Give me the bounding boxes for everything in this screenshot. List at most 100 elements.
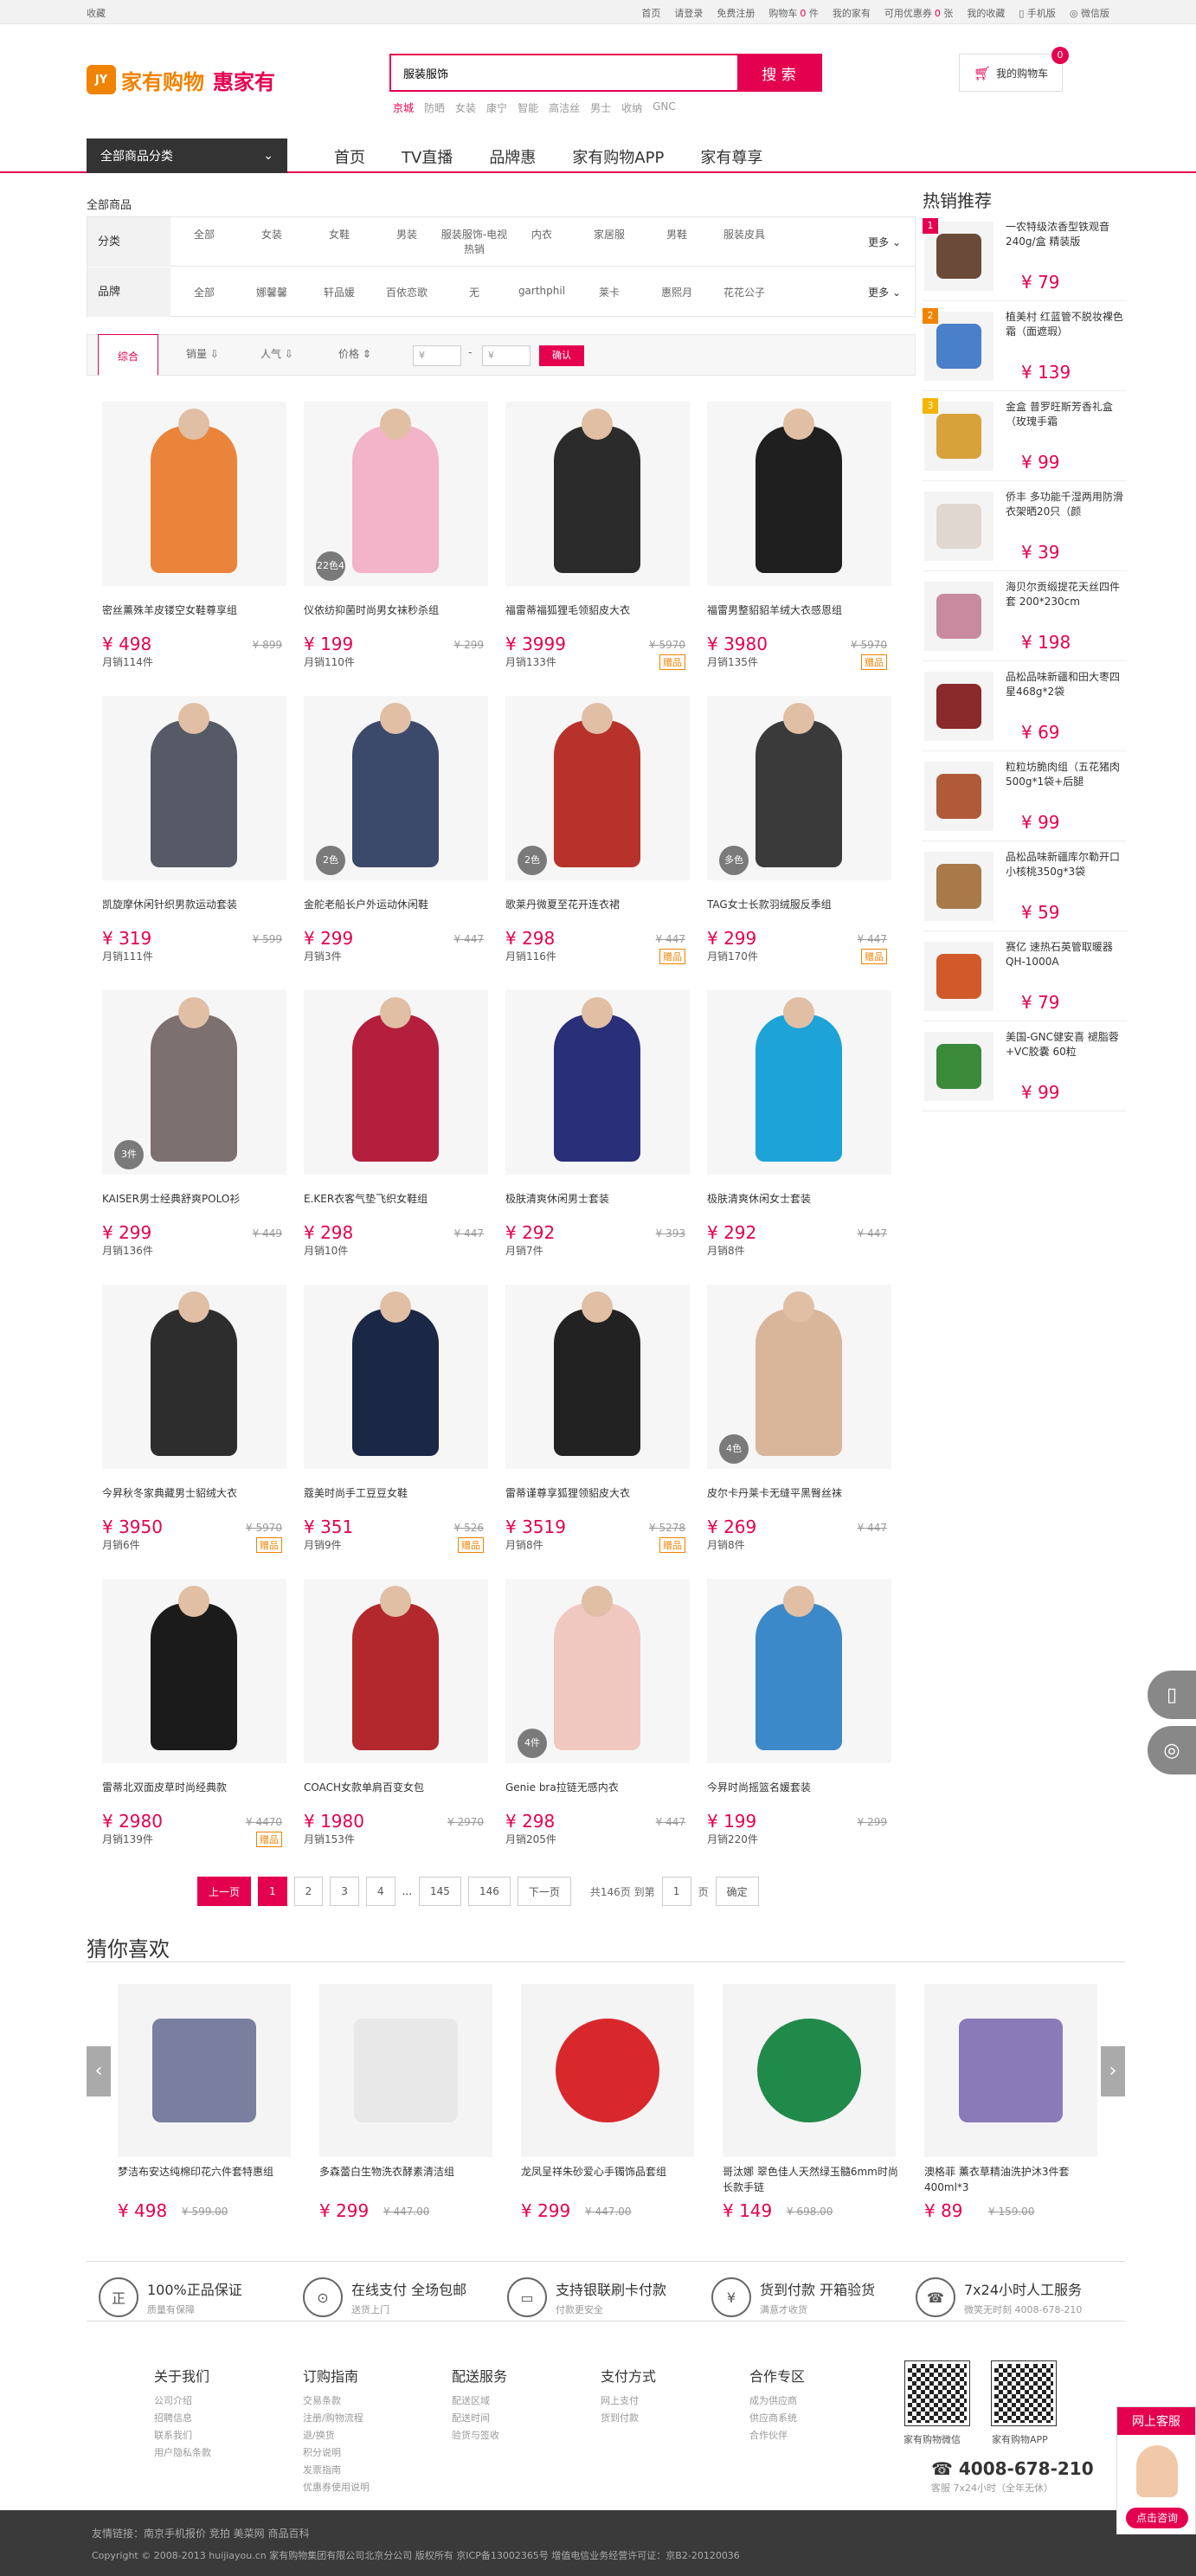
product-image[interactable]: 22色4色 — [304, 402, 488, 586]
next-page-button[interactable]: 下一页 — [517, 1877, 571, 1906]
footer-link[interactable]: 公司介绍 — [154, 2392, 211, 2410]
guess-title-text[interactable]: 龙凤呈祥朱砂爱心手镯饰品套组 — [521, 2164, 703, 2199]
category-option[interactable]: 内衣 — [508, 227, 575, 256]
hot-item-image[interactable] — [924, 852, 993, 921]
hot-item[interactable]: 侨丰 多功能千湿两用防滑衣架晒20只（颜 ¥ 39 — [923, 481, 1127, 571]
hot-item-image[interactable] — [924, 762, 993, 831]
product-title[interactable]: 雷蒂谨尊享狐狸领貂皮大衣 — [505, 1485, 687, 1500]
hot-item[interactable]: 粒粒坊脆肉组（五花猪肉500g*1袋+后腿 ¥ 99 — [923, 751, 1127, 841]
product-card[interactable]: 2色 金舵老船长户外运动休闲鞋 ¥ 299 ¥ 447 月销3件 — [295, 696, 488, 982]
hotword[interactable]: 康宁 — [486, 100, 507, 115]
product-image[interactable]: 2色 — [304, 696, 488, 880]
product-title[interactable]: 歌莱丹微夏至花开连衣裙 — [505, 897, 687, 911]
product-card[interactable]: 极肤清爽休闲男士套装 ¥ 292 ¥ 393 月销7件 — [497, 990, 690, 1276]
footer-link[interactable]: 货到付款 — [601, 2410, 656, 2427]
product-title[interactable]: KAISER男士经典舒爽POLO衫 — [102, 1191, 284, 1206]
category-option[interactable]: 男装 — [373, 227, 440, 256]
footer-link[interactable]: 退/换货 — [303, 2427, 370, 2444]
footer-link[interactable]: 优惠券使用说明 — [303, 2479, 370, 2496]
product-image[interactable]: 4色 — [707, 1285, 891, 1469]
sort-popularity[interactable]: 人气 ⇩ — [260, 346, 293, 361]
brand-option[interactable]: 百依恋歌 — [373, 285, 440, 299]
product-card[interactable]: 3件 KAISER男士经典舒爽POLO衫 ¥ 299 ¥ 449 月销136件 — [93, 990, 286, 1276]
carousel-prev-button[interactable]: ‹ — [87, 2046, 111, 2096]
guess-title-text[interactable]: 哥汰娜 翠色佳人天然绿玉髓6mm时尚长款手链 — [723, 2164, 904, 2199]
footer-link[interactable]: 验货与签收 — [452, 2427, 507, 2444]
product-card[interactable]: 今昇时尚摇篮名媛套装 ¥ 199 ¥ 299 月销220件 — [698, 1579, 891, 1864]
hot-item-title[interactable]: 美国-GNC健安喜 褪脂蓉+VC胶囊 60粒 — [1006, 1030, 1125, 1075]
side-phone-button[interactable]: ▯ — [1148, 1671, 1196, 1719]
brand-more[interactable]: 更多 ⌄ — [868, 285, 901, 299]
category-option[interactable]: 家居服 — [575, 227, 643, 256]
footer-link[interactable]: 用户隐私条款 — [154, 2444, 211, 2462]
page-145[interactable]: 145 — [419, 1877, 461, 1906]
hot-item[interactable]: 品松品味新疆库尔勒开口小核桃350g*3袋 ¥ 59 — [923, 841, 1127, 931]
hot-item-image[interactable] — [924, 942, 993, 1011]
product-image[interactable] — [304, 1579, 488, 1763]
footer-link[interactable]: 发票指南 — [303, 2462, 370, 2479]
price-min-input[interactable]: ¥ — [413, 345, 461, 366]
product-title[interactable]: 凯旋摩休闲针织男款运动套装 — [102, 897, 284, 911]
product-card[interactable]: 蔻美时尚手工豆豆女鞋 ¥ 351 ¥ 526 月销9件 赠品 — [295, 1285, 488, 1570]
brand-option[interactable]: 全部 — [170, 285, 238, 299]
product-image[interactable] — [505, 990, 690, 1175]
wechat-link[interactable]: ◎ 微信版 — [1070, 6, 1109, 20]
product-image[interactable]: 4件 — [505, 1579, 690, 1763]
product-image[interactable] — [707, 990, 891, 1175]
product-image[interactable] — [102, 402, 286, 586]
hot-item[interactable]: 1 一农特级浓香型铁观音240g/盒 精装版 ¥ 79 — [923, 211, 1127, 301]
nav-home[interactable]: 首页 — [334, 145, 365, 168]
page-3[interactable]: 3 — [330, 1877, 359, 1906]
hot-item-title[interactable]: 一农特级浓香型铁观音240g/盒 精装版 — [1006, 220, 1125, 265]
product-title[interactable]: 蔻美时尚手工豆豆女鞋 — [304, 1485, 485, 1500]
product-image[interactable] — [505, 402, 690, 586]
footer-link[interactable]: 交易条款 — [303, 2392, 370, 2410]
guess-card[interactable]: 澳格菲 薰衣草精油洗护沐3件套400ml*3 ¥ 89 ¥ 159.00 — [924, 1984, 1097, 2235]
product-card[interactable]: 4件 Genie bra拉链无感内衣 ¥ 298 ¥ 447 月销205件 — [497, 1579, 690, 1864]
guess-image[interactable] — [924, 1984, 1097, 2157]
hot-item[interactable]: 3 金盒 普罗旺斯芳香礼盒（玫瑰手霜 ¥ 99 — [923, 391, 1127, 481]
product-card[interactable]: 雷蒂谨尊享狐狸领貂皮大衣 ¥ 3519 ¥ 5278 月销8件 赠品 — [497, 1285, 690, 1570]
online-service-widget[interactable]: 网上客服 点击咨询 — [1116, 2406, 1196, 2534]
my-account-link[interactable]: 我的家有 — [833, 6, 871, 20]
product-image[interactable]: 2色 — [505, 696, 690, 880]
carousel-next-button[interactable]: › — [1101, 2046, 1125, 2096]
brand-option[interactable]: 花花公子 — [711, 285, 778, 299]
hot-item-title[interactable]: 金盒 普罗旺斯芳香礼盒（玫瑰手霜 — [1006, 400, 1125, 445]
product-card[interactable]: 极肤清爽休闲女士套装 ¥ 292 ¥ 447 月销8件 — [698, 990, 891, 1276]
prev-page-button[interactable]: 上一页 — [197, 1877, 252, 1906]
product-card[interactable]: 今昇秋冬家典藏男士貂绒大衣 ¥ 3950 ¥ 5970 月销6件 赠品 — [93, 1285, 286, 1570]
hot-item-title[interactable]: 植美村 红蓝管不脱妆裸色霜（面遮瑕） — [1006, 310, 1125, 355]
hot-item-image[interactable] — [924, 492, 993, 561]
product-image[interactable] — [304, 990, 488, 1175]
hot-item[interactable]: 品松品味新疆和田大枣四星468g*2袋 ¥ 69 — [923, 661, 1127, 751]
product-title[interactable]: E.KER衣客气垫飞织女鞋组 — [304, 1191, 485, 1206]
nav-premium[interactable]: 家有尊享 — [700, 145, 762, 168]
product-title[interactable]: 金舵老船长户外运动休闲鞋 — [304, 897, 485, 911]
product-title[interactable]: 密丝薰殊羊皮镂空女鞋尊享组 — [102, 602, 284, 617]
register-link[interactable]: 免费注册 — [717, 6, 755, 20]
guess-title-text[interactable]: 梦洁布安达纯棉印花六件套特惠组 — [118, 2164, 299, 2199]
breadcrumb[interactable]: 全部商品 — [87, 196, 132, 212]
product-title[interactable]: 今昇秋冬家典藏男士貂绒大衣 — [102, 1485, 284, 1500]
product-image[interactable]: 3件 — [102, 990, 286, 1175]
footer-link[interactable]: 配送时间 — [452, 2410, 507, 2427]
product-image[interactable] — [505, 1285, 690, 1469]
product-image[interactable] — [102, 696, 286, 880]
product-image[interactable] — [304, 1285, 488, 1469]
guess-card[interactable]: 多森蕾白生物洗衣酵素清洁组 ¥ 299 ¥ 447.00 — [319, 1984, 492, 2235]
page-2[interactable]: 2 — [293, 1877, 324, 1906]
guess-card[interactable]: 梦洁布安达纯棉印花六件套特惠组 ¥ 498 ¥ 599.00 — [118, 1984, 291, 2235]
guess-card[interactable]: 哥汰娜 翠色佳人天然绿玉髓6mm时尚长款手链 ¥ 149 ¥ 698.00 — [723, 1984, 898, 2235]
category-option[interactable]: 女装 — [238, 227, 305, 256]
product-image[interactable]: 多色 — [707, 696, 891, 880]
category-option[interactable]: 服装服饰-电视热销 — [440, 227, 508, 256]
hot-item-title[interactable]: 海贝尔贡缎提花天丝四件套 200*230cm — [1006, 580, 1125, 625]
product-card[interactable]: 福雷男整貂貂羊绒大衣感恩组 ¥ 3980 ¥ 5970 月销135件 赠品 — [698, 402, 891, 687]
guess-image[interactable] — [118, 1984, 291, 2157]
hot-item-image[interactable] — [924, 672, 993, 741]
cart-button[interactable]: 🛒︎ 我的购物车 — [959, 54, 1063, 92]
category-option[interactable]: 全部 — [170, 227, 238, 256]
sort-sales[interactable]: 销量 ⇩ — [186, 346, 219, 361]
product-card[interactable]: E.KER衣客气垫飞织女鞋组 ¥ 298 ¥ 447 月销10件 — [295, 990, 488, 1276]
